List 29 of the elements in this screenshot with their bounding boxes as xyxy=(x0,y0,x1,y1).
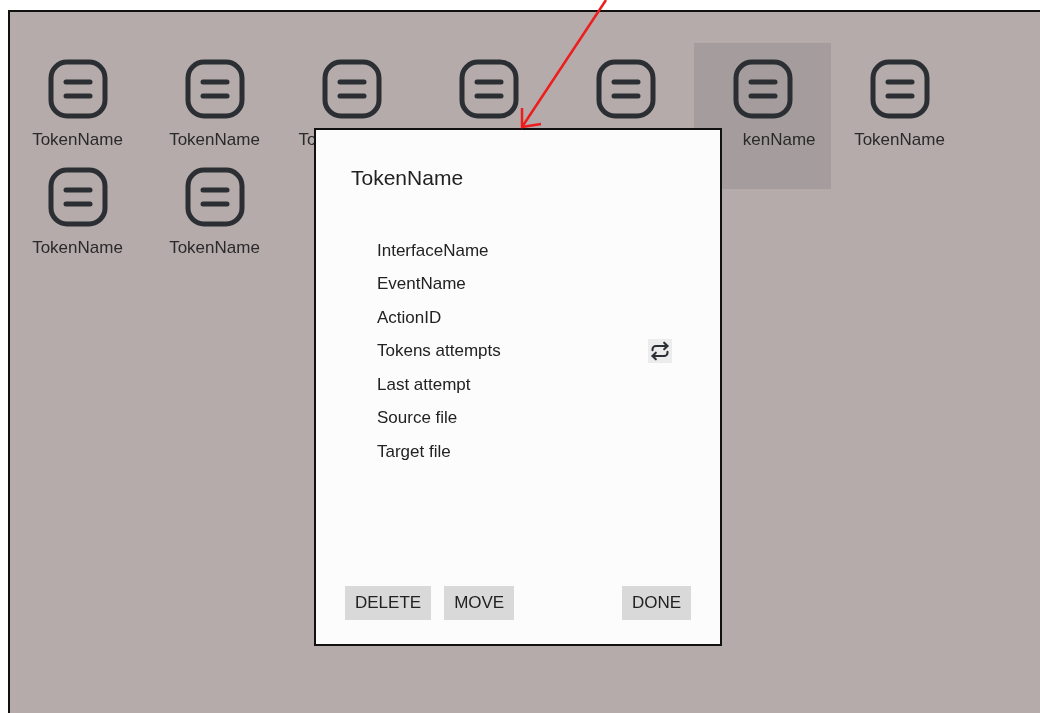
field-label: InterfaceName xyxy=(377,239,489,262)
token-icon xyxy=(458,59,519,119)
field-label: Target file xyxy=(377,440,451,463)
token-icon xyxy=(321,59,382,119)
token-name: TokenName xyxy=(32,130,123,149)
dialog-button[interactable]: DELETE xyxy=(345,586,432,620)
repeat-icon[interactable] xyxy=(648,338,672,363)
dialog-button[interactable]: DONE xyxy=(621,586,691,620)
token-name: TokenName xyxy=(32,238,123,257)
token-item[interactable]: kenName xyxy=(694,43,831,189)
token-icon xyxy=(869,59,930,119)
token-name: TokenName xyxy=(854,130,945,149)
token-icon xyxy=(732,59,793,119)
field-label: Tokens attempts xyxy=(377,340,501,362)
token-icon xyxy=(47,167,108,227)
field-label: Source file xyxy=(377,407,458,429)
token-icon xyxy=(184,167,245,227)
token-icon xyxy=(47,59,108,119)
token-icon xyxy=(595,59,656,119)
token-item[interactable]: TokenName xyxy=(831,43,968,189)
field-label: Last attempt xyxy=(377,373,471,396)
token-name: TokenName xyxy=(169,238,260,257)
token-icon xyxy=(184,59,245,119)
field-label: EventName xyxy=(377,273,466,295)
field-label: ActionID xyxy=(377,306,442,329)
dialog-button[interactable]: MOVE xyxy=(444,586,515,620)
token-name: kenName xyxy=(742,130,816,149)
dialog-title: TokenName xyxy=(351,165,464,191)
token-name: TokenName xyxy=(169,130,260,149)
